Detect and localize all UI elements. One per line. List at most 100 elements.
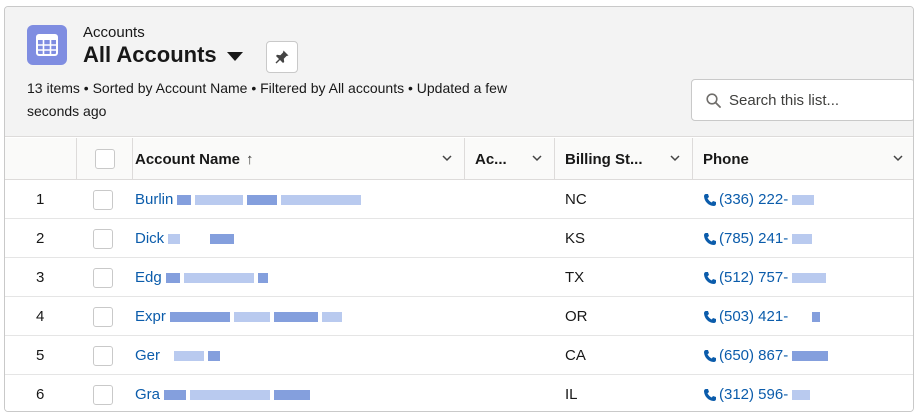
redacted-text xyxy=(812,311,821,322)
table-row: 6 Gra IL (312) 596- xyxy=(5,375,913,411)
row-select xyxy=(93,258,117,297)
chevron-down-icon xyxy=(226,52,243,61)
row-checkbox[interactable] xyxy=(93,228,113,249)
pin-icon xyxy=(275,50,289,64)
chevron-down-icon[interactable] xyxy=(442,153,452,163)
column-header-phone[interactable]: Phone xyxy=(693,138,913,180)
redacted-text xyxy=(177,194,192,205)
billing-state: TX xyxy=(565,269,585,286)
table-row: 1 Burlin NC (336) 222- xyxy=(5,180,913,219)
redacted-text xyxy=(190,389,271,400)
row-checkbox[interactable] xyxy=(93,384,113,405)
table-row: 3 Edg TX (512) 757- xyxy=(5,258,913,297)
table-header: Account Name ↑ Ac... Billing St... Phone xyxy=(5,138,913,180)
search-box[interactable] xyxy=(691,79,913,121)
table-row: 5 Ger CA (650) 867- xyxy=(5,336,913,375)
phone-icon xyxy=(704,271,716,284)
account-name-link[interactable]: Edg xyxy=(135,258,465,297)
list-view-name: All Accounts xyxy=(83,42,217,67)
redacted-text xyxy=(165,272,180,283)
row-number: 5 xyxy=(36,347,45,364)
account-name-text: Ger xyxy=(135,347,161,364)
row-checkbox[interactable] xyxy=(93,345,113,366)
object-label: Accounts xyxy=(83,24,145,41)
redacted-text xyxy=(792,233,813,244)
phone-icon xyxy=(704,388,716,401)
account-name-link[interactable]: Expr xyxy=(135,297,465,336)
phone-text: (503) 421- xyxy=(719,308,789,325)
list-view-selector[interactable]: All Accounts xyxy=(83,42,243,68)
redacted-text xyxy=(274,389,311,400)
phone-link[interactable]: (336) 222- xyxy=(703,180,913,219)
account-name-text: Burlin xyxy=(135,191,174,208)
redacted-text xyxy=(792,350,829,361)
account-name-link[interactable]: Dick xyxy=(135,219,465,258)
phone-text: (336) 222- xyxy=(719,191,789,208)
redacted-text xyxy=(208,350,221,361)
account-name-text: Edg xyxy=(135,269,162,286)
billing-state: OR xyxy=(565,308,588,325)
chevron-down-icon[interactable] xyxy=(670,153,680,163)
redacted-text xyxy=(792,194,815,205)
chevron-down-icon[interactable] xyxy=(532,153,542,163)
table-row: 4 Expr OR (503) 421- xyxy=(5,297,913,336)
row-number: 2 xyxy=(36,230,45,247)
column-header-billing-state[interactable]: Billing St... xyxy=(555,138,693,180)
column-label: Phone xyxy=(703,150,749,168)
phone-icon xyxy=(704,310,716,323)
account-name-text: Expr xyxy=(135,308,166,325)
row-number: 4 xyxy=(36,308,45,325)
redacted-text xyxy=(169,311,230,322)
redacted-text xyxy=(792,389,811,400)
pin-list-button[interactable] xyxy=(266,41,298,73)
select-all-checkbox[interactable] xyxy=(94,149,115,169)
list-meta-line: 13 items • Sorted by Account Name • Filt… xyxy=(27,80,508,96)
select-all-header xyxy=(77,138,133,180)
billing-state: CA xyxy=(565,347,586,364)
arrow-up-icon: ↑ xyxy=(246,150,254,168)
column-label: Billing St... xyxy=(565,150,643,168)
table-row: 2 Dick KS (785) 241- xyxy=(5,219,913,258)
redacted-text xyxy=(257,272,268,283)
column-header-ac[interactable]: Ac... xyxy=(465,138,555,180)
column-label: Account Name xyxy=(135,150,241,168)
redacted-text xyxy=(281,194,362,205)
column-header-account-name[interactable]: Account Name ↑ xyxy=(133,138,465,180)
phone-link[interactable]: (650) 867- xyxy=(703,336,913,375)
phone-icon xyxy=(704,193,716,206)
redacted-text xyxy=(183,272,254,283)
account-name-link[interactable]: Ger xyxy=(135,336,465,375)
accounts-object-icon xyxy=(27,25,67,65)
account-name-text: Dick xyxy=(135,230,165,247)
row-checkbox[interactable] xyxy=(93,189,113,210)
row-checkbox[interactable] xyxy=(93,306,113,327)
row-number: 3 xyxy=(36,269,45,286)
phone-icon xyxy=(704,349,716,362)
search-input[interactable] xyxy=(729,91,909,109)
list-meta: 13 items • Sorted by Account Name • Filt… xyxy=(27,77,627,123)
phone-link[interactable]: (512) 757- xyxy=(703,258,913,297)
billing-state: KS xyxy=(565,230,586,247)
row-select xyxy=(93,336,117,375)
phone-link[interactable]: (503) 421- xyxy=(703,297,913,336)
phone-icon xyxy=(704,232,716,245)
list-meta-line: seconds ago xyxy=(27,103,107,119)
row-select xyxy=(93,180,117,219)
redacted-text xyxy=(195,194,244,205)
phone-link[interactable]: (785) 241- xyxy=(703,219,913,258)
account-name-text: Gra xyxy=(135,386,161,403)
redacted-text xyxy=(273,311,318,322)
phone-link[interactable]: (312) 596- xyxy=(703,375,913,411)
row-checkbox[interactable] xyxy=(93,267,113,288)
redacted-text xyxy=(168,233,181,244)
redacted-text xyxy=(174,350,205,361)
row-select xyxy=(93,219,117,258)
chevron-down-icon[interactable] xyxy=(893,153,903,163)
account-name-link[interactable]: Burlin xyxy=(135,180,465,219)
search-icon xyxy=(706,92,721,108)
account-name-link[interactable]: Gra xyxy=(135,375,465,411)
phone-text: (650) 867- xyxy=(719,347,789,364)
redacted-text xyxy=(210,233,235,244)
row-number-header xyxy=(5,138,77,180)
redacted-text xyxy=(321,311,342,322)
